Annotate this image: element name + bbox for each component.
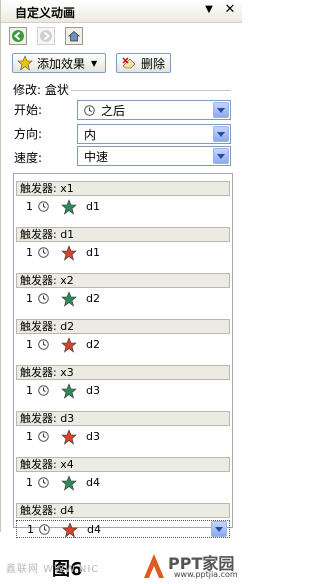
pane-title: 自定义动画 (15, 6, 76, 20)
forward-button[interactable] (37, 27, 55, 45)
start-label: 开始: (14, 103, 43, 117)
home-button[interactable] (65, 27, 83, 45)
item-number: 1 (26, 384, 33, 397)
item-target-name: d2 (86, 292, 100, 305)
chevron-down-icon (217, 107, 225, 113)
direction-select[interactable]: 内 (77, 124, 231, 144)
item-number: 1 (26, 430, 33, 443)
chevron-down-icon[interactable]: ▼ (202, 3, 216, 17)
direction-dropdown-button[interactable] (213, 126, 229, 142)
clock-icon (38, 431, 49, 442)
watermark-text: 鑫联网 WWW.NIC (6, 564, 100, 575)
navigation-bar (9, 27, 99, 45)
trigger-header[interactable]: 触发器: x1 (16, 181, 230, 196)
animation-list-item[interactable]: 1 d2 (16, 336, 230, 354)
animation-list-item[interactable]: 1 d4 (16, 474, 230, 492)
modify-divider (71, 90, 231, 91)
exit-effect-star-icon (62, 522, 78, 538)
modify-label: 修改: 盒状 (13, 83, 69, 97)
logo-url: www.pptjia.com (174, 570, 238, 579)
pane-title-bar: 自定义动画 ▼ ✕ (1, 0, 242, 23)
item-number: 1 (26, 246, 33, 259)
item-target-name: d1 (86, 246, 100, 259)
add-effect-star-icon (17, 55, 33, 71)
animation-list-item[interactable]: 1 d1 (16, 244, 230, 262)
back-button[interactable] (9, 27, 27, 45)
entrance-effect-star-icon (61, 291, 77, 307)
exit-effect-star-icon (61, 245, 77, 261)
item-target-name: d4 (86, 476, 100, 489)
speed-select[interactable]: 中速 (77, 146, 231, 166)
animation-list-item[interactable]: 1 d1 (16, 198, 230, 216)
animation-list-item[interactable]: 1 d2 (16, 290, 230, 308)
clock-icon (38, 201, 49, 212)
add-effect-button[interactable]: 添加效果 ▼ (12, 53, 106, 73)
trigger-header[interactable]: 触发器: x3 (16, 365, 230, 380)
item-number: 1 (26, 292, 33, 305)
clock-icon (38, 339, 49, 350)
speed-value: 中速 (84, 149, 109, 164)
direction-value: 内 (84, 127, 97, 142)
animation-list-item[interactable]: 1 d3 (16, 428, 230, 446)
chevron-down-icon: ▼ (91, 58, 98, 68)
item-number: 1 (26, 476, 33, 489)
speed-dropdown-button[interactable] (213, 148, 229, 164)
chevron-down-icon (217, 153, 225, 159)
exit-effect-star-icon (61, 429, 77, 445)
clock-icon (38, 247, 49, 258)
close-icon[interactable]: ✕ (223, 3, 237, 17)
start-select[interactable]: 之后 (77, 100, 231, 120)
entrance-effect-star-icon (61, 475, 77, 491)
item-target-name: d3 (86, 430, 100, 443)
pptjia-logo: PPT家园 www.pptjia.com (140, 548, 241, 584)
trigger-header[interactable]: 触发器: d3 (16, 411, 230, 426)
clock-icon (38, 385, 49, 396)
animation-list-item[interactable]: 1 d4 (16, 520, 230, 538)
clock-icon (84, 104, 95, 116)
chevron-down-icon (217, 131, 225, 137)
item-dropdown-button[interactable] (211, 521, 227, 537)
entrance-effect-star-icon (61, 383, 77, 399)
item-target-name: d3 (86, 384, 100, 397)
chevron-down-icon (215, 526, 223, 532)
animation-list-item[interactable]: 1 d3 (16, 382, 230, 400)
trigger-header[interactable]: 触发器: d2 (16, 319, 230, 334)
trigger-header[interactable]: 触发器: x2 (16, 273, 230, 288)
entrance-effect-star-icon (61, 199, 77, 215)
clock-icon (39, 524, 50, 535)
back-arrow-icon (12, 30, 24, 42)
delete-button[interactable]: 删除 (116, 53, 171, 73)
item-target-name: d1 (86, 200, 100, 213)
delete-icon (122, 57, 136, 69)
custom-animation-pane: 自定义动画 ▼ ✕ 添加效果 ▼ 删除 修改: 盒状 开始: 之后 方向: 内 … (0, 0, 242, 538)
clock-icon (38, 477, 49, 488)
delete-label: 删除 (141, 56, 166, 71)
clock-icon (38, 293, 49, 304)
forward-arrow-icon (40, 30, 52, 42)
start-dropdown-button[interactable] (213, 102, 229, 118)
trigger-header[interactable]: 触发器: d1 (16, 227, 230, 242)
animation-list[interactable]: 触发器: x1 1 d1 触发器: d1 1 d1 触发器: x2 1 d2 触发器: d2 1 d2… (13, 173, 233, 538)
trigger-header[interactable]: 触发器: d4 (16, 503, 230, 518)
exit-effect-star-icon (61, 337, 77, 353)
trigger-header[interactable]: 触发器: x4 (16, 457, 230, 472)
start-value: 之后 (101, 103, 126, 118)
direction-label: 方向: (14, 127, 43, 141)
item-number: 1 (26, 338, 33, 351)
item-target-name: d4 (87, 523, 101, 536)
item-number: 1 (27, 523, 34, 536)
speed-label: 速度: (14, 151, 43, 165)
home-icon (68, 31, 80, 42)
add-effect-label: 添加效果 (37, 56, 86, 71)
item-target-name: d2 (86, 338, 100, 351)
item-number: 1 (26, 200, 33, 213)
